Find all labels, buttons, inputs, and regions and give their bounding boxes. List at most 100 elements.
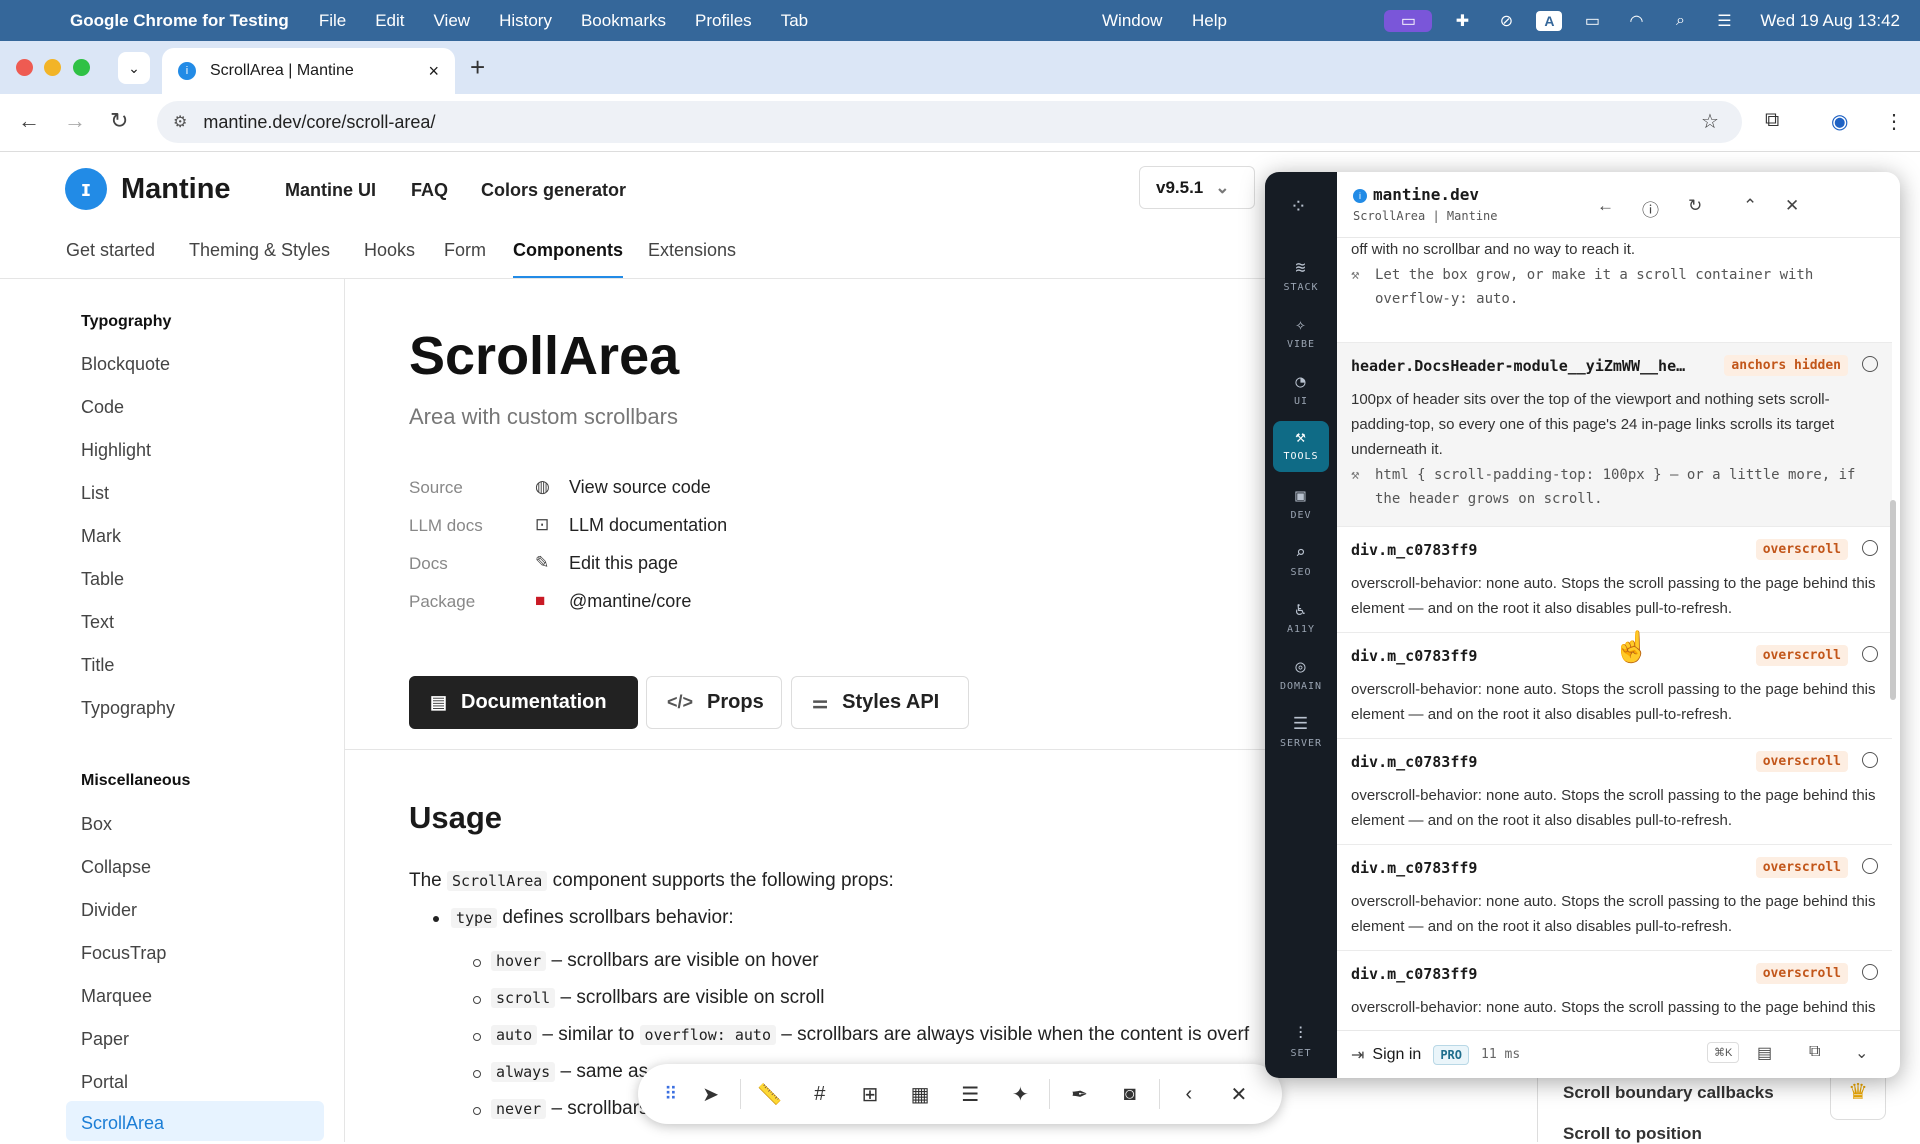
more-menu-icon[interactable]: ⋮	[1884, 109, 1904, 134]
ordered-list-icon[interactable]: ☰	[945, 1082, 995, 1107]
rail-domain[interactable]: ◎ DOMAIN	[1265, 657, 1337, 692]
plus-extension-icon[interactable]: ✚	[1448, 10, 1476, 32]
url-text[interactable]: mantine.dev/core/scroll-area/	[203, 112, 435, 133]
ruler-icon[interactable]: 📏	[745, 1082, 795, 1107]
sparkle-icon[interactable]: ✦	[995, 1082, 1045, 1107]
rail-ui[interactable]: ◔ UI	[1265, 372, 1337, 407]
close-toolbar-icon[interactable]: ✕	[1214, 1082, 1264, 1107]
collapse-up-icon[interactable]: ⌃	[1743, 196, 1757, 216]
issue-row[interactable]: div.m_c0783ff9 overscroll overscroll-beh…	[1337, 739, 1892, 845]
sidebar-item[interactable]: Portal	[81, 1072, 128, 1093]
chevron-down-icon[interactable]: ⌄	[1855, 1043, 1868, 1063]
toc-item[interactable]: Scroll boundary callbacks	[1563, 1083, 1774, 1103]
profile-icon[interactable]: ◉	[1831, 109, 1848, 134]
toc-item[interactable]: Scroll to position	[1563, 1124, 1702, 1144]
rail-vibe[interactable]: ✧ VIBE	[1265, 315, 1337, 350]
close-panel-icon[interactable]: ✕	[1785, 196, 1799, 216]
issue-row[interactable]: div.m_c0783ff9 overscroll overscroll-beh…	[1337, 527, 1892, 633]
rail-a11y[interactable]: ♿ A11Y	[1265, 600, 1337, 635]
input-source-icon[interactable]: A	[1536, 10, 1563, 31]
menu-profiles[interactable]: Profiles	[695, 11, 752, 31]
search-icon[interactable]: ⌕	[1666, 10, 1694, 32]
edit-page-link[interactable]: Edit this page	[569, 553, 678, 574]
issue-row[interactable]: div.m_c0783ff9 overscroll overscroll-beh…	[1337, 951, 1892, 1017]
site-info-icon[interactable]: ⚙	[173, 112, 187, 132]
camera-icon[interactable]: ◙	[1105, 1083, 1155, 1106]
rail-set[interactable]: ⫶ SET	[1265, 1024, 1337, 1059]
forward-icon[interactable]: →	[64, 108, 86, 134]
sidebar-item[interactable]: Highlight	[81, 440, 151, 461]
drag-handle-icon[interactable]: ⠿	[656, 1084, 686, 1105]
table-icon[interactable]: ▦	[895, 1082, 945, 1107]
nav-components[interactable]: Components	[513, 240, 623, 261]
target-icon[interactable]	[1862, 646, 1878, 662]
back-icon[interactable]: ←	[18, 108, 40, 134]
nav-get-started[interactable]: Get started	[66, 240, 155, 261]
sidebar-item[interactable]: Blockquote	[81, 354, 170, 375]
grid-frame-icon[interactable]: #	[795, 1083, 845, 1106]
menu-view[interactable]: View	[434, 11, 471, 31]
info-icon[interactable]: ⓘ	[1642, 196, 1659, 221]
view-source-link[interactable]: View source code	[569, 477, 711, 498]
sidebar-item[interactable]: Table	[81, 569, 124, 590]
control-center-icon[interactable]: ☰	[1710, 10, 1738, 32]
zoom-window-button[interactable]	[73, 59, 90, 76]
nav-theming-styles[interactable]: Theming & Styles	[189, 240, 330, 261]
pro-badge[interactable]: PRO	[1433, 1044, 1470, 1065]
battery-icon[interactable]: ▭	[1578, 10, 1606, 32]
bookmark-star-icon[interactable]: ☆	[1701, 109, 1719, 134]
sidebar-item-scrollarea[interactable]: ScrollArea	[81, 1113, 164, 1134]
browser-tab[interactable]: i ScrollArea | Mantine ×	[162, 48, 455, 94]
screenshot-icon[interactable]: ▤	[1757, 1043, 1772, 1063]
app-menu[interactable]: Google Chrome for Testing	[70, 11, 289, 31]
tab-props[interactable]: </> Props	[646, 676, 782, 729]
sidebar-item[interactable]: List	[81, 483, 109, 504]
rail-dev[interactable]: ▣ DEV	[1265, 486, 1337, 521]
target-icon[interactable]	[1862, 356, 1878, 372]
refresh-icon[interactable]: ↻	[1688, 196, 1702, 216]
target-icon[interactable]	[1862, 752, 1878, 768]
menu-edit[interactable]: Edit	[375, 11, 404, 31]
picture-in-picture-icon[interactable]: ⧉	[1809, 1043, 1820, 1061]
pointer-icon[interactable]: ➤	[686, 1082, 736, 1107]
sidebar-item[interactable]: Collapse	[81, 857, 151, 878]
version-select[interactable]: v9.5.1 ⌄	[1139, 166, 1255, 209]
target-icon[interactable]	[1862, 858, 1878, 874]
sidebar-item[interactable]: Title	[81, 655, 114, 676]
sidebar-item[interactable]: Marquee	[81, 986, 152, 1007]
mantine-logo[interactable]: ɪ Mantine	[65, 168, 231, 210]
tab-styles-api[interactable]: ⚌ Styles API	[791, 676, 969, 729]
sidebar-item[interactable]: Paper	[81, 1029, 129, 1050]
address-bar[interactable]: ⚙ mantine.dev/core/scroll-area/	[157, 101, 1742, 143]
menu-history[interactable]: History	[499, 11, 552, 31]
sidebar-item[interactable]: Text	[81, 612, 114, 633]
rail-server[interactable]: ☰ SERVER	[1265, 714, 1337, 749]
menu-file[interactable]: File	[319, 11, 346, 31]
collapse-left-icon[interactable]: ‹	[1164, 1083, 1214, 1106]
wifi-icon[interactable]: ◠	[1622, 10, 1650, 32]
sidebar-item[interactable]: FocusTrap	[81, 943, 166, 964]
sidebar-item[interactable]: Box	[81, 814, 112, 835]
rail-stack[interactable]: ≋ STACK	[1265, 258, 1337, 293]
rail-seo[interactable]: ⌕ SEO	[1265, 543, 1337, 578]
nav-form[interactable]: Form	[444, 240, 486, 261]
app-grid-icon[interactable]: ⁘	[1290, 194, 1307, 219]
menu-tab[interactable]: Tab	[781, 11, 808, 31]
package-link[interactable]: @mantine/core	[569, 591, 691, 612]
tab-documentation[interactable]: ▤ Documentation	[409, 676, 638, 729]
extensions-icon[interactable]: ⧉	[1765, 109, 1779, 132]
panel-scrollbar[interactable]	[1890, 500, 1896, 700]
menu-bookmarks[interactable]: Bookmarks	[581, 11, 666, 31]
target-icon[interactable]	[1862, 964, 1878, 980]
llm-docs-link[interactable]: LLM documentation	[569, 515, 727, 536]
back-icon[interactable]: ←	[1597, 196, 1614, 216]
header-link-mantine-ui[interactable]: Mantine UI	[285, 180, 376, 201]
sidebar-item[interactable]: Mark	[81, 526, 121, 547]
tab-search-chevron-icon[interactable]: ⌄	[118, 52, 150, 84]
target-icon[interactable]	[1862, 540, 1878, 556]
nav-hooks[interactable]: Hooks	[364, 240, 415, 261]
eyedropper-icon[interactable]: ✒	[1054, 1082, 1104, 1107]
sidebar-item[interactable]: Typography	[81, 698, 175, 719]
sidebar-item[interactable]: Divider	[81, 900, 137, 921]
issue-row[interactable]: div.m_c0783ff9 overscroll overscroll-beh…	[1337, 845, 1892, 951]
